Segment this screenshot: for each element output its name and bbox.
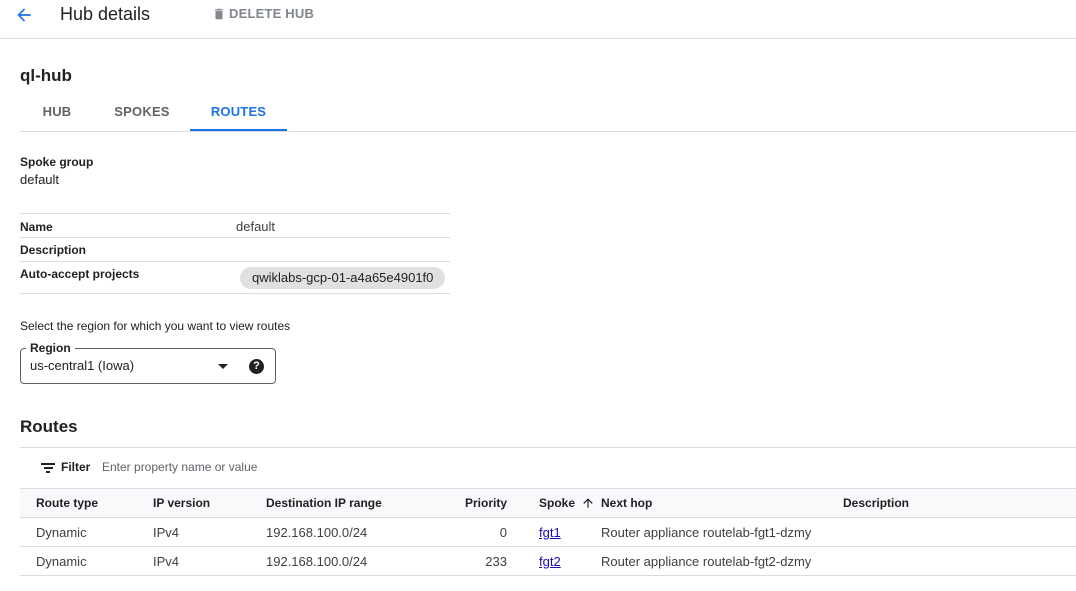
cell-destination: 192.168.100.0/24 xyxy=(266,517,441,547)
arrow-up-icon[interactable] xyxy=(581,496,595,510)
cell-priority: 0 xyxy=(441,517,507,547)
trash-icon xyxy=(214,8,224,19)
spoke-group-value: default xyxy=(20,172,60,187)
property-row-description: Description xyxy=(20,238,450,262)
column-destination[interactable]: Destination IP range xyxy=(266,488,441,518)
cell-spoke: fgt2 xyxy=(507,546,601,576)
region-hint: Select the region for which you want to … xyxy=(20,319,291,333)
top-bar: Hub details DELETE HUB xyxy=(0,0,1076,39)
spoke-group-label: Spoke group xyxy=(20,155,94,169)
table-row: Dynamic IPv4 192.168.100.0/24 0 fgt1 Rou… xyxy=(20,517,1076,547)
cell-next-hop: Router appliance routelab-fgt2-dzmy xyxy=(601,546,843,576)
cell-spoke: fgt1 xyxy=(507,517,601,547)
filter-input[interactable] xyxy=(102,455,702,479)
tab-routes[interactable]: ROUTES xyxy=(190,96,287,131)
cell-ip-version: IPv4 xyxy=(153,546,266,576)
spoke-link[interactable]: fgt1 xyxy=(539,525,561,540)
property-name-label: Name xyxy=(20,220,53,234)
property-row-auto-accept: Auto-accept projects qwiklabs-gcp-01-a4a… xyxy=(20,262,450,294)
tab-spokes[interactable]: SPOKES xyxy=(94,96,190,131)
filter-label: Filter xyxy=(61,460,91,474)
column-spoke-label: Spoke xyxy=(539,495,576,510)
cell-route-type: Dynamic xyxy=(20,517,153,547)
hub-name: ql-hub xyxy=(20,66,72,85)
routes-title: Routes xyxy=(20,417,78,436)
arrow-back-icon xyxy=(17,8,31,22)
chevron-down-icon xyxy=(218,364,228,369)
cell-description xyxy=(843,546,1076,576)
property-name-value: default xyxy=(236,219,276,234)
cell-ip-version: IPv4 xyxy=(153,517,266,547)
page-title: Hub details xyxy=(60,4,151,24)
spoke-link[interactable]: fgt2 xyxy=(539,554,561,569)
delete-hub-label: DELETE HUB xyxy=(229,6,315,21)
cell-description xyxy=(843,517,1076,547)
property-row-name: Name default xyxy=(20,214,450,238)
spoke-group-properties: Name default Description Auto-accept pro… xyxy=(20,213,450,294)
table-header-row: Route type IP version Destination IP ran… xyxy=(20,488,1076,518)
region-value: us-central1 (Iowa) xyxy=(30,358,135,373)
auto-accept-project-chip: qwiklabs-gcp-01-a4a65e4901f0 xyxy=(240,267,446,289)
region-label: Region xyxy=(26,341,75,355)
column-spoke[interactable]: Spoke xyxy=(507,488,601,518)
property-auto-accept-label: Auto-accept projects xyxy=(20,267,140,281)
cell-priority: 233 xyxy=(441,546,507,576)
table-row: Dynamic IPv4 192.168.100.0/24 233 fgt2 R… xyxy=(20,546,1076,576)
back-button[interactable] xyxy=(12,3,36,27)
routes-table: Route type IP version Destination IP ran… xyxy=(20,488,1076,576)
property-description-label: Description xyxy=(20,243,87,257)
filter-icon[interactable] xyxy=(41,463,55,474)
column-next-hop[interactable]: Next hop xyxy=(601,488,843,518)
cell-route-type: Dynamic xyxy=(20,546,153,576)
column-description[interactable]: Description xyxy=(843,488,1076,518)
filter-bar: Filter xyxy=(20,448,1076,488)
column-priority[interactable]: Priority xyxy=(441,488,507,518)
column-ip-version[interactable]: IP version xyxy=(153,488,266,518)
cell-destination: 192.168.100.0/24 xyxy=(266,546,441,576)
cell-next-hop: Router appliance routelab-fgt1-dzmy xyxy=(601,517,843,547)
tab-hub[interactable]: HUB xyxy=(20,96,94,131)
column-route-type[interactable]: Route type xyxy=(20,488,153,518)
delete-hub-button[interactable]: DELETE HUB xyxy=(212,6,314,21)
help-circle-icon[interactable]: ? xyxy=(249,359,264,374)
tab-bar: HUB SPOKES ROUTES xyxy=(20,96,1076,132)
